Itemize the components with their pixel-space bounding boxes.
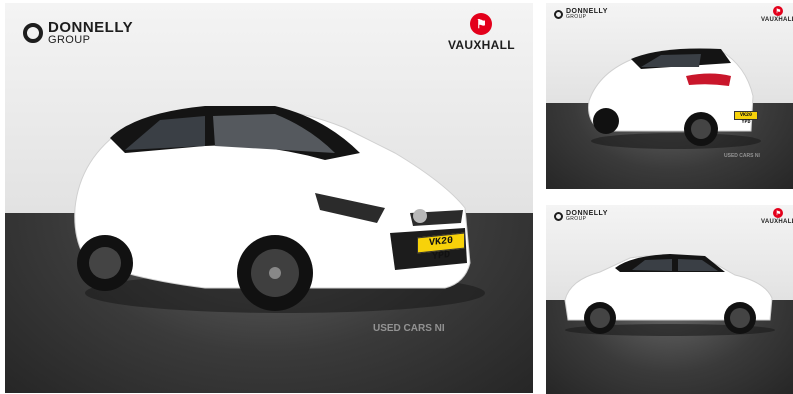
dealer-logo-icon <box>554 9 563 19</box>
maker-name: VAUXHALL <box>448 38 515 52</box>
griffin-icon: ⚑ <box>773 208 784 218</box>
maker-name: VAUXHALL <box>761 17 793 23</box>
car-side-image <box>564 254 775 336</box>
main-photo[interactable]: DONNELLY GROUP ⚑ VAUXHALL VK20 YPD USED … <box>5 3 533 393</box>
vauxhall-logo: ⚑ VAUXHALL <box>761 6 793 23</box>
watermark: USED CARS NI <box>373 323 445 334</box>
car-rear-image <box>588 48 761 149</box>
dealer-logo-icon <box>23 23 43 43</box>
number-plate: VK20 YPD <box>734 111 758 125</box>
griffin-icon: ⚑ <box>773 6 784 16</box>
dealer-sub: GROUP <box>566 216 587 222</box>
thumbnail-1[interactable]: DONNELLY GROUP ⚑ VAUXHALL VK20 YPD USED … <box>546 3 793 189</box>
dealer-sub: GROUP <box>566 14 587 20</box>
griffin-icon: ⚑ <box>470 13 493 35</box>
dealer-logo: DONNELLY GROUP <box>23 20 133 46</box>
vauxhall-logo: ⚑ VAUXHALL <box>448 13 515 52</box>
dealer-sub: GROUP <box>48 34 91 46</box>
thumbnail-2[interactable]: DONNELLY GROUP ⚑ VAUXHALL <box>546 205 793 394</box>
watermark: USED CARS NI <box>724 153 760 159</box>
car-front-image <box>74 106 485 313</box>
dealer-logo-icon <box>554 211 563 221</box>
dealer-name: DONNELLY <box>48 19 134 36</box>
dealer-logo: DONNELLY GROUP <box>554 8 608 20</box>
vauxhall-logo: ⚑ VAUXHALL <box>761 208 793 225</box>
maker-name: VAUXHALL <box>761 219 793 225</box>
dealer-logo: DONNELLY GROUP <box>554 210 608 222</box>
